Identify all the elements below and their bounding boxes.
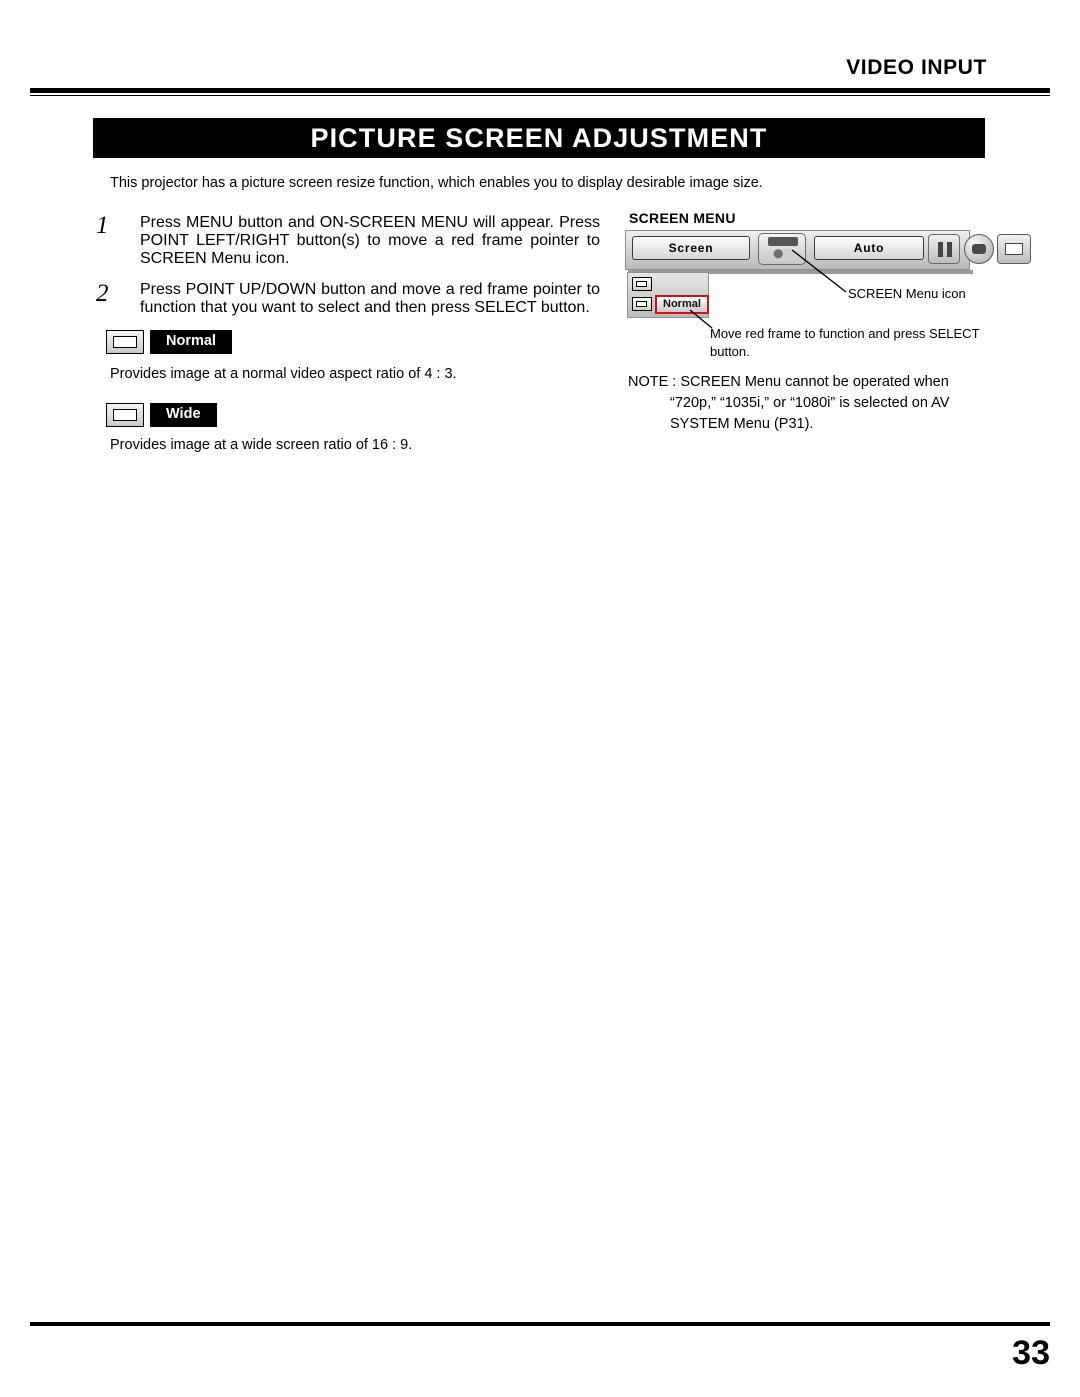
page-title: PICTURE SCREEN ADJUSTMENT (310, 122, 768, 153)
step-1-text: Press MENU button and ON-SCREEN MENU wil… (140, 214, 600, 267)
callout-leader-lines (689, 249, 847, 329)
page-title-banner: PICTURE SCREEN ADJUSTMENT (93, 118, 985, 158)
step-1-number: 1 (96, 212, 109, 239)
page-number: 33 (1012, 1334, 1050, 1372)
sound-icon (964, 234, 994, 264)
osd-function-column: Normal (627, 272, 709, 318)
screen-menu-heading: SCREEN MENU (629, 210, 736, 226)
function-normal: Normal (106, 330, 232, 354)
osd-item-icon-1 (632, 277, 652, 291)
note-line-1: NOTE : SCREEN Menu cannot be operated wh… (628, 374, 949, 390)
function-wide: Wide (106, 403, 217, 427)
screen-wide-icon (106, 403, 144, 427)
pause-icon (928, 234, 960, 264)
callout-screen-menu-icon: SCREEN Menu icon (848, 286, 966, 301)
step-2-number: 2 (96, 280, 109, 307)
step-2-text: Press POINT UP/DOWN button and move a re… (140, 281, 600, 316)
function-normal-label: Normal (150, 330, 232, 354)
footer-rule (30, 1322, 1050, 1326)
screen-icon (997, 234, 1031, 264)
screen-normal-icon (106, 330, 144, 354)
function-normal-description: Provides image at a normal video aspect … (110, 366, 457, 382)
function-wide-description: Provides image at a wide screen ratio of… (110, 437, 413, 453)
screen-menu-note: NOTE : SCREEN Menu cannot be operated wh… (628, 372, 988, 435)
header-rule-thick (30, 88, 1050, 93)
callout-move-red-frame: Move red frame to function and press SEL… (710, 326, 980, 359)
osd-item-icon-2 (632, 297, 652, 311)
function-wide-label: Wide (150, 403, 217, 427)
osd-auto-tab: Auto (814, 236, 924, 260)
page: VIDEO INPUT PICTURE SCREEN ADJUSTMENT Th… (0, 0, 1080, 1397)
note-line-3: SYSTEM Menu (P31). (670, 416, 814, 433)
osd-mockup: Screen Auto Normal (625, 230, 1031, 318)
note-line-2: “720p,” “1035i,” or “1080i” is selected … (670, 395, 950, 412)
intro-paragraph: This projector has a picture screen resi… (110, 175, 763, 191)
header-rule-thin (30, 95, 1050, 96)
joystick-icon (758, 233, 806, 265)
section-header-title: VIDEO INPUT (846, 56, 987, 79)
osd-selected-item: Normal (655, 295, 709, 314)
osd-screen-tab: Screen (632, 236, 750, 260)
